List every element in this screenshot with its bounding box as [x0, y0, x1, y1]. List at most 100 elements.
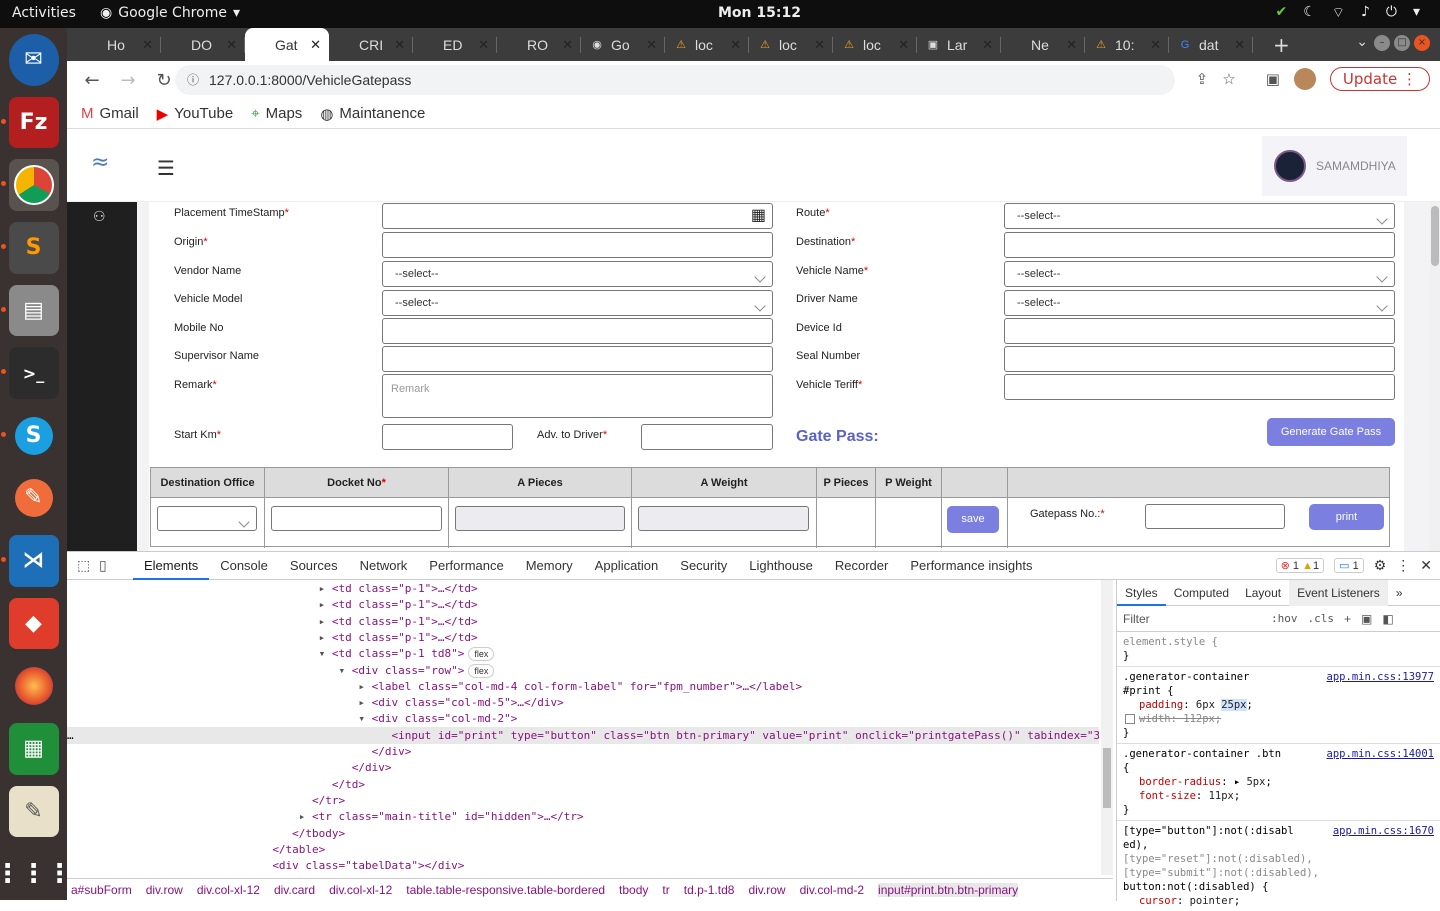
new-tab-button[interactable]: +: [1273, 33, 1290, 57]
breadcrumb-item[interactable]: div.col-xl-12: [329, 883, 392, 897]
vehicle-name-select[interactable]: --select--: [1004, 261, 1395, 287]
firefox-icon[interactable]: [9, 660, 59, 712]
tab-search-icon[interactable]: ⌄: [1356, 34, 1368, 50]
app-grid-icon[interactable]: ⋮⋮⋮: [0, 848, 73, 900]
browser-tab[interactable]: ED ✕: [413, 28, 497, 61]
dom-node[interactable]: </tbody>: [67, 825, 1099, 842]
close-tab-icon[interactable]: ✕: [226, 37, 237, 53]
browser-tab[interactable]: Gdat ✕: [1169, 28, 1253, 61]
close-tab-icon[interactable]: ✕: [142, 37, 153, 53]
forward-icon[interactable]: →: [117, 70, 139, 91]
hamburger-menu-icon[interactable]: ☰: [157, 156, 175, 180]
gatepass-no-input[interactable]: [1145, 504, 1285, 529]
expand-arrow-icon[interactable]: ▾: [319, 647, 332, 660]
inspect-element-icon[interactable]: ⬚: [77, 557, 99, 574]
devtools-tab[interactable]: Console: [209, 552, 279, 580]
tab-computed[interactable]: Computed: [1166, 580, 1237, 606]
browser-tab[interactable]: ⚠ 10: ✕: [1085, 28, 1169, 61]
site-logo[interactable]: ≈: [91, 150, 109, 175]
dom-node[interactable]: <div class="tabelData"></div>: [67, 857, 1099, 874]
dom-node[interactable]: </table>: [67, 841, 1099, 858]
close-devtools-icon[interactable]: ✕: [1420, 557, 1432, 574]
elements-tree[interactable]: ▸ <td class="p-1">…</td> ▸ <td class="p-…: [67, 580, 1099, 875]
dom-node[interactable]: ▸ <td class="p-1">…</td>: [67, 596, 1099, 613]
system-tray[interactable]: ✔ ☾ ⌔ ♪ ⏻ ▾: [1275, 4, 1420, 22]
dom-node[interactable]: ▸ <td class="p-1">…</td>: [67, 629, 1099, 646]
cls-toggle[interactable]: .cls: [1308, 612, 1335, 625]
filezilla-icon[interactable]: Fz: [0, 96, 59, 149]
scrollbar-thumb[interactable]: [1431, 206, 1439, 266]
destination-office-select[interactable]: [157, 506, 257, 531]
tab-layout[interactable]: Layout: [1237, 580, 1289, 606]
origin-input[interactable]: [382, 232, 773, 258]
anydesk-icon[interactable]: ◆: [8, 597, 59, 650]
breadcrumb-item[interactable]: div.row: [748, 883, 785, 897]
expand-arrow-icon[interactable]: [319, 778, 332, 791]
style-property-overridden[interactable]: width: 112px;: [1123, 712, 1434, 726]
back-icon[interactable]: ←: [81, 70, 103, 91]
remark-textarea[interactable]: Remark: [382, 374, 773, 418]
browser-tab[interactable]: Gat ✕: [245, 28, 329, 61]
calendar-icon[interactable]: ▦: [751, 204, 766, 228]
a-weight-input[interactable]: [638, 506, 809, 531]
dom-node[interactable]: ▸ <td class="p-1">…</td>: [67, 580, 1099, 597]
expand-arrow-icon[interactable]: [358, 745, 371, 758]
devtools-tab[interactable]: Memory: [515, 552, 584, 580]
expand-arrow-icon[interactable]: [279, 827, 292, 840]
supervisor-name-input[interactable]: [382, 346, 773, 372]
devtools-tab[interactable]: Performance: [418, 552, 514, 580]
more-options-icon[interactable]: ⋮: [1396, 557, 1410, 574]
devtools-tab[interactable]: Security: [669, 552, 738, 580]
thunderbird-icon[interactable]: ✉: [8, 34, 59, 86]
browser-tab[interactable]: DO ✕: [161, 28, 245, 61]
close-tab-icon[interactable]: ✕: [982, 37, 993, 53]
browser-tab[interactable]: ▣ Lar ✕: [917, 28, 1001, 61]
adv-to-driver-input[interactable]: [641, 424, 773, 450]
browser-tab[interactable]: ⚠ loc ✕: [749, 28, 833, 61]
device-toolbar-icon[interactable]: ▯: [99, 557, 121, 574]
vscode-icon[interactable]: ⋊: [0, 535, 59, 587]
breadcrumb-item[interactable]: input#print.btn.btn-primary: [878, 883, 1019, 897]
paint-icon[interactable]: ▣: [1361, 612, 1372, 626]
close-tab-icon[interactable]: ✕: [646, 37, 657, 53]
side-panel-icon[interactable]: ▣: [1266, 70, 1280, 88]
dom-node[interactable]: ▾ <div class="row"> flex: [67, 662, 1099, 679]
style-property[interactable]: font-size: 11px;: [1123, 789, 1434, 803]
close-tab-icon[interactable]: ✕: [562, 37, 573, 53]
mobile-no-input[interactable]: [382, 318, 773, 344]
bookmark-gmail[interactable]: M Gmail: [81, 105, 139, 122]
browser-tab[interactable]: Ne ✕: [1001, 28, 1085, 61]
route-select[interactable]: --select--: [1004, 203, 1395, 229]
vehicle-tariff-input[interactable]: [1004, 374, 1395, 400]
address-bar[interactable]: ⓘ 127.0.0.1:8000/VehicleGatepass: [175, 65, 1175, 95]
close-tab-icon[interactable]: ✕: [478, 37, 489, 53]
elements-scrollbar[interactable]: [1101, 580, 1113, 875]
style-property[interactable]: border-radius: ▸ 5px;: [1123, 775, 1434, 789]
expand-arrow-icon[interactable]: ▾: [358, 712, 371, 725]
devtools-tab[interactable]: Lighthouse: [738, 552, 824, 580]
dom-node[interactable]: ▾ <div class="col-md-2">: [67, 710, 1099, 727]
devtools-tab[interactable]: Sources: [279, 552, 349, 580]
activities-button[interactable]: Activities: [12, 5, 76, 21]
dom-node[interactable]: ▸ <td class="p-1">…</td>: [67, 613, 1099, 630]
browser-tab[interactable]: ◉ Go ✕: [581, 28, 665, 61]
destination-input[interactable]: [1004, 232, 1395, 258]
dom-node[interactable]: ▸ <div class="col-md-5">…</div>: [67, 694, 1099, 711]
breadcrumb-item[interactable]: tr: [662, 883, 669, 897]
close-tab-icon[interactable]: ✕: [310, 37, 321, 53]
tab-styles[interactable]: Styles: [1117, 580, 1166, 606]
hov-toggle[interactable]: :hov: [1271, 612, 1298, 625]
expand-arrow-icon[interactable]: [339, 761, 352, 774]
toggle-sidebar-icon[interactable]: ◧: [1382, 612, 1393, 626]
breadcrumb-item[interactable]: a#subForm: [71, 883, 132, 897]
save-button[interactable]: save: [947, 506, 999, 533]
styles-filter-input[interactable]: Filter: [1123, 612, 1261, 626]
start-km-input[interactable]: [382, 424, 513, 450]
settings-gear-icon[interactable]: ⚙: [1374, 557, 1387, 574]
dom-node[interactable]: </div>: [67, 759, 1099, 776]
devtools-tab[interactable]: Network: [349, 552, 419, 580]
breadcrumb-item[interactable]: div.col-xl-12: [197, 883, 260, 897]
docket-no-input[interactable]: [271, 506, 442, 531]
bookmark-maps[interactable]: ⌖ Maps: [251, 105, 302, 122]
devtools-tab[interactable]: Performance insights: [899, 552, 1043, 580]
